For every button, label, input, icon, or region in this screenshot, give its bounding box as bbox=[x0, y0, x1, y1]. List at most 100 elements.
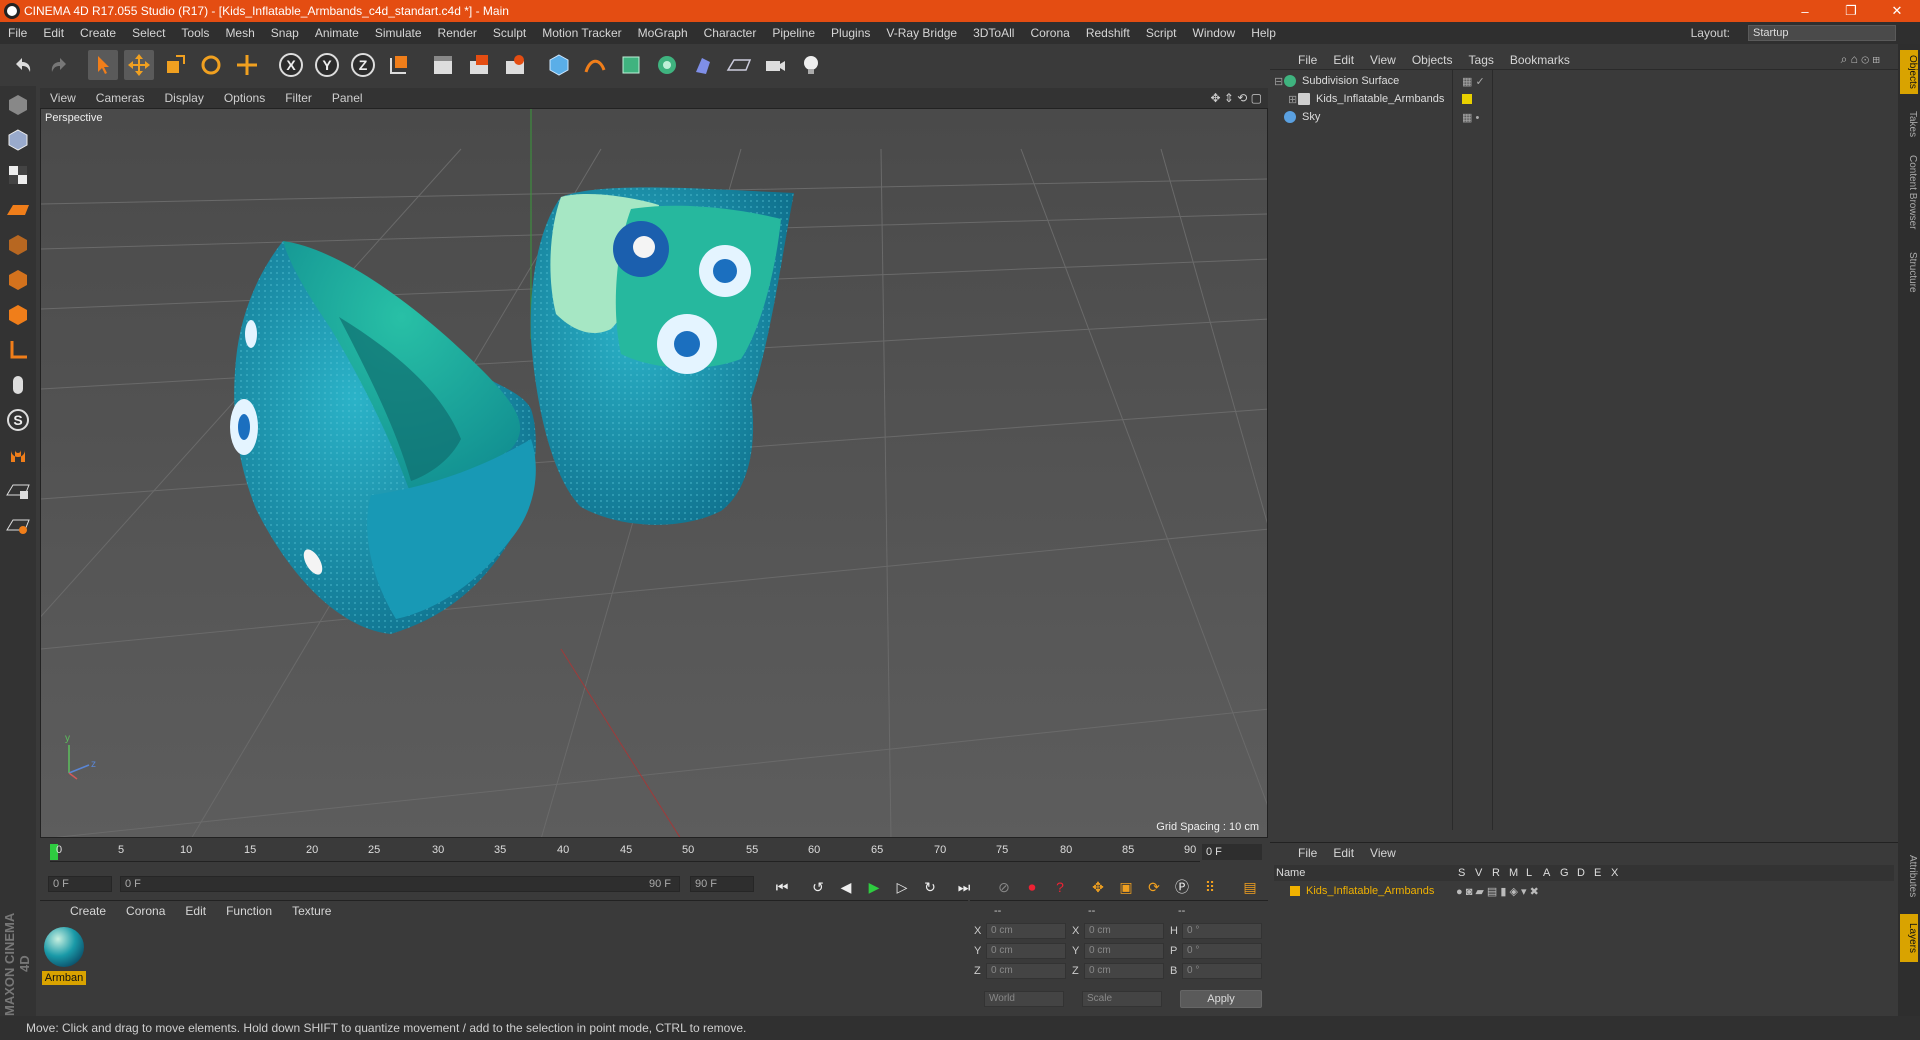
menu-file[interactable]: File bbox=[0, 26, 35, 40]
y-axis-button[interactable]: Y bbox=[312, 50, 342, 80]
autokey-button[interactable]: ? bbox=[1048, 876, 1072, 898]
render-picture-viewer-button[interactable] bbox=[464, 50, 494, 80]
visibility-icon[interactable]: ▦ • bbox=[1462, 111, 1479, 124]
maximize-button[interactable]: ❐ bbox=[1828, 0, 1874, 22]
material-preview-thumbnail[interactable] bbox=[44, 927, 84, 967]
light-button[interactable] bbox=[796, 50, 826, 80]
menu-motion-tracker[interactable]: Motion Tracker bbox=[534, 26, 629, 40]
objects-menu-view[interactable]: View bbox=[1362, 53, 1404, 67]
menu-corona[interactable]: Corona bbox=[1022, 26, 1077, 40]
close-button[interactable]: ✕ bbox=[1874, 0, 1920, 22]
workplane-button[interactable] bbox=[2, 194, 34, 226]
menu-select[interactable]: Select bbox=[124, 26, 173, 40]
menu-snap[interactable]: Snap bbox=[263, 26, 307, 40]
object-row-subdivision-surface[interactable]: ⊟ Subdivision Surface ▦ ✓ bbox=[1274, 72, 1894, 90]
perspective-viewport[interactable]: y z Perspective Grid Spacing : 10 cm bbox=[40, 108, 1268, 838]
viewport-menu-panel[interactable]: Panel bbox=[322, 91, 373, 105]
tab-takes[interactable]: Takes bbox=[1900, 104, 1918, 144]
menu-vray-bridge[interactable]: V-Ray Bridge bbox=[878, 26, 965, 40]
menu-window[interactable]: Window bbox=[1185, 26, 1244, 40]
material-menu-function[interactable]: Function bbox=[216, 904, 282, 918]
edges-mode-button[interactable] bbox=[2, 264, 34, 296]
scale-tool-button[interactable] bbox=[160, 50, 190, 80]
key-position-button[interactable]: ✥ bbox=[1086, 876, 1110, 898]
axis-mode-button[interactable] bbox=[2, 334, 34, 366]
layer-name[interactable]: Kids_Inflatable_Armbands bbox=[1306, 885, 1456, 897]
pos-x-field[interactable]: 0 cm bbox=[986, 923, 1066, 939]
x-axis-button[interactable]: X bbox=[276, 50, 306, 80]
z-axis-button[interactable]: Z bbox=[348, 50, 378, 80]
previous-frame-button[interactable]: ◀ bbox=[834, 876, 858, 898]
undo-button[interactable] bbox=[8, 50, 38, 80]
coord-system-select[interactable]: World bbox=[984, 991, 1064, 1007]
points-mode-button[interactable] bbox=[2, 229, 34, 261]
cube-button[interactable] bbox=[544, 50, 574, 80]
material-menu-corona[interactable]: Corona bbox=[116, 904, 175, 918]
go-to-start-button[interactable]: ⏮ bbox=[770, 876, 794, 898]
objects-menu-bookmarks[interactable]: Bookmarks bbox=[1502, 53, 1578, 67]
subdivision-button[interactable] bbox=[616, 50, 646, 80]
key-scale-button[interactable]: ▣ bbox=[1114, 876, 1138, 898]
current-frame-field[interactable]: 0 F bbox=[1202, 844, 1262, 860]
next-key-button[interactable]: ↻ bbox=[918, 876, 942, 898]
tab-content-browser[interactable]: Content Browser bbox=[1900, 148, 1918, 236]
expand-icon[interactable]: ⊞ bbox=[1288, 93, 1298, 106]
object-mode-button[interactable] bbox=[2, 124, 34, 156]
objects-menu-objects[interactable]: Objects bbox=[1404, 53, 1461, 67]
viewport-menu-filter[interactable]: Filter bbox=[275, 91, 322, 105]
planar-workplane-button[interactable] bbox=[2, 509, 34, 541]
rotate-tool-button[interactable] bbox=[196, 50, 226, 80]
render-settings-button[interactable] bbox=[500, 50, 530, 80]
tab-structure[interactable]: Structure bbox=[1900, 244, 1918, 300]
layer-color-swatch[interactable] bbox=[1290, 886, 1300, 896]
viewport-nav-icons[interactable]: ✥ ⇕ ⟲ ▢ bbox=[1210, 91, 1262, 105]
layer-row[interactable]: Kids_Inflatable_Armbands ● ◙ ▰ ▤ ▮ ◈ ▾ ✖ bbox=[1274, 883, 1894, 899]
menu-help[interactable]: Help bbox=[1243, 26, 1284, 40]
object-row-kids-inflatable-armbands[interactable]: ⊞ Kids_Inflatable_Armbands bbox=[1274, 90, 1894, 108]
rot-b-field[interactable]: 0 ° bbox=[1182, 963, 1262, 979]
viewport-menu-view[interactable]: View bbox=[40, 91, 86, 105]
tweak-mode-button[interactable] bbox=[2, 369, 34, 401]
previous-key-button[interactable]: ↺ bbox=[806, 876, 830, 898]
menu-create[interactable]: Create bbox=[72, 26, 124, 40]
menu-pipeline[interactable]: Pipeline bbox=[764, 26, 823, 40]
timeline-window-button[interactable]: ▤ bbox=[1238, 876, 1262, 898]
magnet-button[interactable] bbox=[2, 439, 34, 471]
rot-h-field[interactable]: 0 ° bbox=[1182, 923, 1262, 939]
snap-button[interactable]: S bbox=[2, 404, 34, 436]
viewport-menu-options[interactable]: Options bbox=[214, 91, 275, 105]
start-frame-field[interactable]: 0 F bbox=[48, 876, 112, 892]
viewport-scene[interactable]: y z bbox=[41, 109, 1268, 838]
menu-sculpt[interactable]: Sculpt bbox=[485, 26, 534, 40]
object-row-sky[interactable]: Sky ▦ • bbox=[1274, 108, 1894, 126]
render-view-button[interactable] bbox=[428, 50, 458, 80]
objects-menu-edit[interactable]: Edit bbox=[1325, 53, 1362, 67]
model-mode-button[interactable] bbox=[2, 89, 34, 121]
select-tool-button[interactable] bbox=[88, 50, 118, 80]
viewport-menu-display[interactable]: Display bbox=[154, 91, 213, 105]
coord-system-button[interactable] bbox=[384, 50, 414, 80]
size-x-field[interactable]: 0 cm bbox=[1084, 923, 1164, 939]
record-position-button[interactable]: ⊘ bbox=[992, 876, 1016, 898]
cloner-button[interactable] bbox=[652, 50, 682, 80]
layout-select[interactable]: Startup bbox=[1748, 25, 1896, 41]
size-z-field[interactable]: 0 cm bbox=[1084, 963, 1164, 979]
menu-script[interactable]: Script bbox=[1138, 26, 1185, 40]
menu-edit[interactable]: Edit bbox=[35, 26, 72, 40]
rot-p-field[interactable]: 0 ° bbox=[1182, 943, 1262, 959]
pen-spline-button[interactable] bbox=[580, 50, 610, 80]
apply-button[interactable]: Apply bbox=[1180, 990, 1262, 1008]
layers-menu-edit[interactable]: Edit bbox=[1325, 846, 1362, 860]
key-rotation-button[interactable]: ⟳ bbox=[1142, 876, 1166, 898]
material-menu-texture[interactable]: Texture bbox=[282, 904, 341, 918]
objects-menu-tags[interactable]: Tags bbox=[1461, 53, 1502, 67]
key-pla-button[interactable]: ⠿ bbox=[1198, 876, 1222, 898]
menu-tools[interactable]: Tools bbox=[173, 26, 217, 40]
end-frame-field[interactable]: 90 F bbox=[690, 876, 754, 892]
play-button[interactable]: ▶ bbox=[862, 876, 886, 898]
menu-plugins[interactable]: Plugins bbox=[823, 26, 878, 40]
menu-3dtoall[interactable]: 3DToAll bbox=[965, 26, 1022, 40]
texture-mode-button[interactable] bbox=[2, 159, 34, 191]
layers-menu-file[interactable]: File bbox=[1290, 846, 1325, 860]
visibility-icon[interactable]: ▦ ✓ bbox=[1462, 75, 1485, 88]
